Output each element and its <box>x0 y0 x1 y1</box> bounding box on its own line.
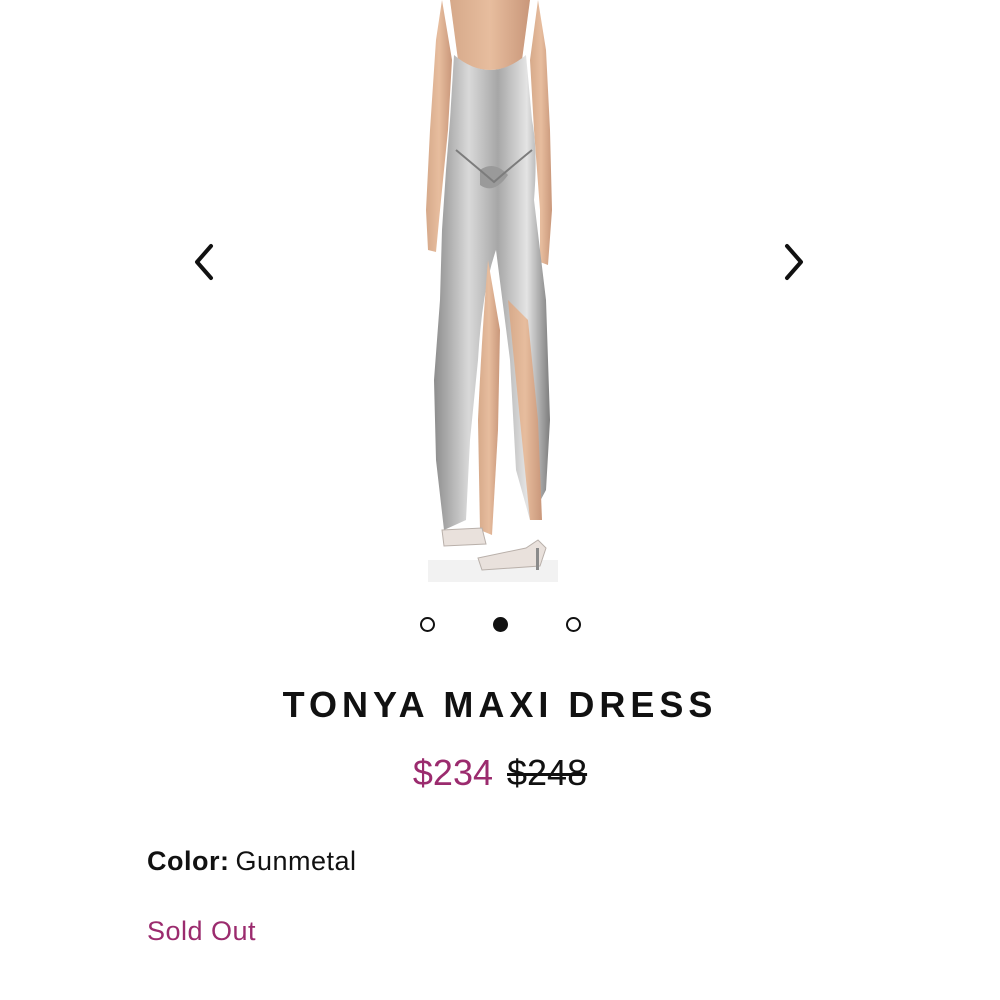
color-label: Color: <box>147 846 230 876</box>
color-selection: Color: Gunmetal <box>147 846 357 877</box>
gallery-dot-3[interactable] <box>565 617 581 632</box>
product-image <box>426 0 558 582</box>
next-image-button[interactable] <box>764 232 824 292</box>
gallery-dot-1[interactable] <box>419 617 435 632</box>
stock-status: Sold Out <box>147 916 257 946</box>
gallery-dot-2[interactable] <box>492 617 508 632</box>
product-gallery <box>0 0 1000 590</box>
chevron-right-icon <box>785 244 803 280</box>
color-value: Gunmetal <box>235 846 357 876</box>
original-price: $248 <box>507 752 588 793</box>
gallery-pagination <box>0 614 1000 636</box>
product-title: TONYA MAXI DRESS <box>282 684 718 725</box>
chevron-left-icon <box>195 244 213 280</box>
previous-image-button[interactable] <box>174 232 234 292</box>
price-row: $234 $248 <box>0 752 1000 794</box>
product-page: TONYA MAXI DRESS $234 $248 Color: Gunmetal… <box>0 0 1000 1000</box>
sale-price: $234 <box>412 752 493 793</box>
